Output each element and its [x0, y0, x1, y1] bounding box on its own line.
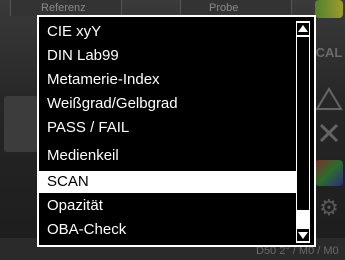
- background-tab-probe[interactable]: Probe: [180, 0, 292, 16]
- calibration-status-icon: [315, 0, 343, 18]
- menu-item-label: Opazität: [47, 197, 103, 214]
- gear-icon[interactable]: ⚙: [315, 195, 343, 221]
- menu-scrollbar[interactable]: [296, 21, 310, 243]
- menu-item-metamerie-index[interactable]: Metamerie-Index: [39, 69, 296, 91]
- menu-item-label: Metamerie-Index: [47, 71, 160, 88]
- background-tab-label: Probe: [209, 2, 239, 14]
- menu-item-cie-xyy[interactable]: CIE xyY: [39, 21, 296, 43]
- menu-item-pass-fail[interactable]: PASS / FAIL: [39, 117, 296, 139]
- menu-item-label: OBA-Check: [47, 221, 127, 238]
- warning-triangle-icon[interactable]: [315, 86, 343, 112]
- background-tab-label: Referenz: [41, 2, 86, 14]
- scroll-thumb[interactable]: [297, 209, 309, 226]
- menu-item-oba-check[interactable]: OBA-Check: [39, 219, 296, 241]
- menu-item-medienkeil[interactable]: Medienkeil: [39, 145, 296, 167]
- background-panel: [4, 96, 38, 152]
- menu-item-label: CIE xyY: [47, 23, 102, 40]
- menu-item-din-lab99[interactable]: DIN Lab99: [39, 45, 296, 67]
- menu-item-label: PASS / FAIL: [47, 119, 130, 136]
- scroll-down-button[interactable]: [297, 229, 309, 241]
- cross-icon[interactable]: [315, 120, 343, 146]
- background-tab-referenz[interactable]: Referenz: [10, 0, 122, 16]
- menu-item-label: DIN Lab99: [47, 47, 119, 64]
- scroll-up-button[interactable]: [297, 23, 309, 35]
- cal-icon[interactable]: CAL: [315, 40, 343, 66]
- background-tab-bar: Referenz Probe: [0, 0, 345, 16]
- menu-item-opazitaet[interactable]: Opazität: [39, 195, 296, 217]
- color-palette-icon[interactable]: [315, 160, 343, 186]
- menu-item-scan[interactable]: SCAN: [39, 171, 296, 193]
- triangle-down-icon: [298, 232, 308, 239]
- scroll-track[interactable]: [297, 37, 309, 209]
- menu-item-label: Medienkeil: [47, 147, 119, 164]
- triangle-up-icon: [298, 25, 308, 32]
- menu-item-weissgrad-gelbgrad[interactable]: Weißgrad/Gelbgrad: [39, 93, 296, 115]
- menu-item-label: SCAN: [47, 173, 89, 190]
- menu-item-label: Weißgrad/Gelbgrad: [47, 95, 178, 112]
- function-menu: CIE xyY DIN Lab99 Metamerie-Index Weißgr…: [37, 15, 316, 247]
